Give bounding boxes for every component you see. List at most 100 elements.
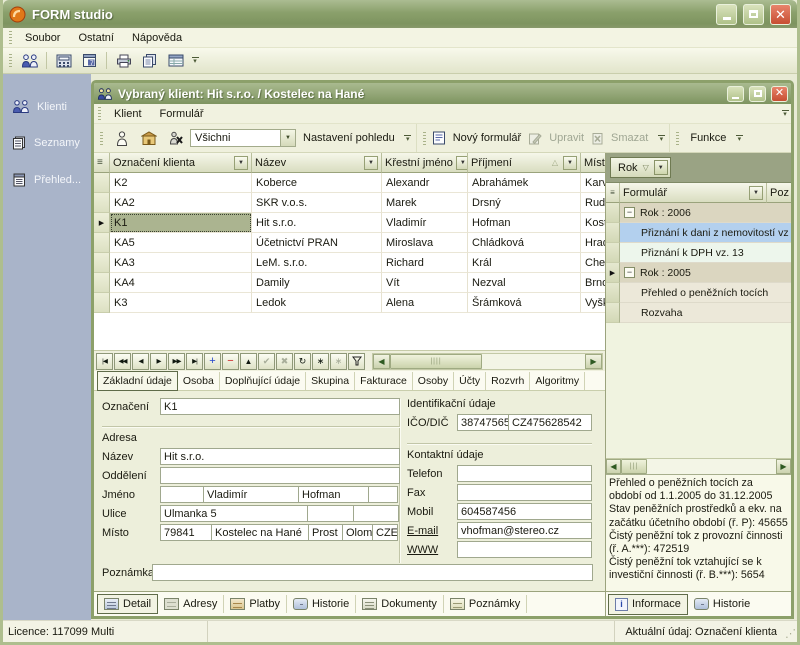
nav-prior-button[interactable]: ◀ [132,353,149,370]
form-item-row-selected[interactable]: Přiznání k dani z nemovitostí vz [606,223,791,243]
jmeno-input[interactable]: Vladimír [203,486,299,503]
toolbar-overflow-button[interactable]: ▾ [402,127,414,149]
nav-last-button[interactable]: ▶| [186,353,203,370]
edit-form-button[interactable]: Upravit [544,130,589,146]
tab-zakladni-udaje[interactable]: Základní údaje [97,371,178,391]
filter-dropdown-icon[interactable]: ▼ [234,156,248,170]
www-label[interactable]: WWW [407,544,457,556]
nav-insert-button[interactable]: + [204,353,221,370]
forms-horizontal-scrollbar[interactable]: ◀ ||| ▶ [606,458,791,474]
client-company-button[interactable] [136,127,161,149]
dic-input[interactable]: CZ475628542 [508,414,592,431]
toolbar-grip[interactable] [9,54,12,67]
www-input[interactable] [457,541,592,558]
cislo-popisne-input[interactable] [307,505,354,522]
tab-ucty[interactable]: Účty [454,372,486,390]
calculator-toolbar-button[interactable] [51,50,76,72]
okres-input[interactable]: Prost [308,524,343,541]
misto-input[interactable]: Kostelec na Hané [211,524,309,541]
scroll-left-icon[interactable]: ◀ [606,459,621,474]
menu-napoveda[interactable]: Nápověda [123,30,191,46]
prijmeni-input[interactable]: Hofman [298,486,369,503]
nav-next-button[interactable]: ▶ [150,353,167,370]
menubar-overflow-button[interactable]: ▾ [779,103,791,125]
menu-soubor[interactable]: Soubor [16,30,69,46]
nav-first-button[interactable]: |◀ [96,353,113,370]
scroll-right-icon[interactable]: ▶ [585,354,602,369]
tab-skupina[interactable]: Skupina [306,372,355,390]
cislo-orientacni-input[interactable] [353,505,399,522]
tab-adresy[interactable]: Adresy [158,595,224,613]
oddeleni-input[interactable] [160,467,400,484]
toolbar-overflow-button[interactable]: ▾ [733,127,745,149]
form-item-row[interactable]: Přiznání k DPH vz. 13 [606,243,791,263]
new-form-button[interactable]: Nový formulář [448,130,526,146]
table-row[interactable]: KA2 SKR v.o.s. Marek Drsný Rudn [94,193,605,213]
stat-input[interactable]: CZE [372,524,398,541]
column-header-formular[interactable]: Formulář▼ [620,183,767,203]
filter-dropdown-icon[interactable]: ▼ [456,156,468,170]
collapse-group-icon[interactable]: − [624,267,635,278]
chevron-down-icon[interactable]: ▼ [280,130,295,146]
table-row[interactable]: KA5 Účetnictví PRAN Miroslava Chládková … [94,233,605,253]
tab-osoba[interactable]: Osoba [178,372,220,390]
group-row[interactable]: − Rok : 2006 [606,203,791,223]
email-label[interactable]: E-mail [407,525,457,537]
tab-platby[interactable]: Platby [224,595,287,613]
minimize-button[interactable] [716,4,737,25]
client-person-button[interactable] [109,127,134,149]
tab-informace[interactable]: i Informace [608,594,688,615]
menu-formular[interactable]: Formulář [151,106,213,122]
functions-button[interactable]: Funkce [685,130,731,146]
titul-pred-input[interactable] [160,486,204,503]
toolbar-grip[interactable] [423,132,426,145]
nav-cancel-button[interactable]: ✖ [276,353,293,370]
filter-dropdown-icon[interactable]: ▼ [749,186,763,200]
tab-detail[interactable]: Detail [97,594,158,614]
fax-input[interactable] [457,484,592,501]
ico-input[interactable]: 38747565 [457,414,509,431]
group-by-rok-chip[interactable]: Rok ▽ ▼ [610,157,671,178]
tab-doplnujici-udaje[interactable]: Doplňující údaje [220,372,306,390]
column-header-krestni-jmeno[interactable]: Křestní jméno▼ [382,153,468,173]
child-maximize-button[interactable] [749,86,766,102]
nazev-input[interactable]: Hit s.r.o. [160,448,400,465]
list-toolbar-button[interactable] [163,50,188,72]
table-row[interactable]: KA4 Damily Vít Nezval Brno [94,273,605,293]
close-button[interactable]: ✕ [770,4,791,25]
column-header-misto[interactable]: Místo [581,153,605,173]
poznamka-input[interactable] [152,564,593,581]
view-settings-button[interactable]: Nastavení pohledu [298,130,400,146]
column-header-prijmeni[interactable]: Příjmení△▼ [468,153,581,173]
nav-delete-button[interactable]: − [222,353,239,370]
delete-form-button[interactable]: Smazat [606,130,653,146]
toolbar-grip[interactable] [98,107,101,120]
grid-corner-cell[interactable]: ≡ [94,153,110,173]
menu-ostatni[interactable]: Ostatní [69,30,122,46]
filter-dropdown-icon[interactable]: ▼ [654,160,668,175]
scrollbar-thumb[interactable]: ||| [621,459,647,474]
table-row[interactable]: K3 Ledok Alena Šrámková Vyšk [94,293,605,313]
psc-input[interactable]: 79841 [160,524,212,541]
menu-klient[interactable]: Klient [105,106,151,122]
table-row[interactable]: KA3 LeM. s.r.o. Richard Král Cheb [94,253,605,273]
filter-dropdown-icon[interactable]: ▼ [563,156,577,170]
child-minimize-button[interactable] [727,86,744,102]
tab-poznamky[interactable]: Poznámky [444,595,527,613]
mobil-input[interactable]: 604587456 [457,503,592,520]
oznaceni-input[interactable]: K1 [160,398,400,415]
tab-fakturace[interactable]: Fakturace [355,372,413,390]
table-row-selected[interactable]: ▶ K1 Hit s.r.o. Vladimír Hofman Kost [94,213,605,233]
nav-refresh-button[interactable]: ↻ [294,353,311,370]
nav-goto-bookmark-button[interactable]: ∗ [330,353,347,370]
tab-historie-right[interactable]: Historie [688,595,756,613]
form-item-row[interactable]: Přehled o peněžních tocích [606,283,791,303]
toolbar-grip[interactable] [100,132,103,145]
kraj-input[interactable]: Olom [342,524,373,541]
tab-dokumenty[interactable]: Dokumenty [356,595,444,613]
client-filter-combobox[interactable]: Všichni ▼ [190,129,296,147]
table-row[interactable]: K2 Koberce Alexandr Abrahámek Karv [94,173,605,193]
clients-toolbar-button[interactable] [17,50,42,72]
forms-toolbar-button[interactable]: 7 [77,50,102,72]
column-header-oznaceni[interactable]: Označení klienta▼ [110,153,252,173]
